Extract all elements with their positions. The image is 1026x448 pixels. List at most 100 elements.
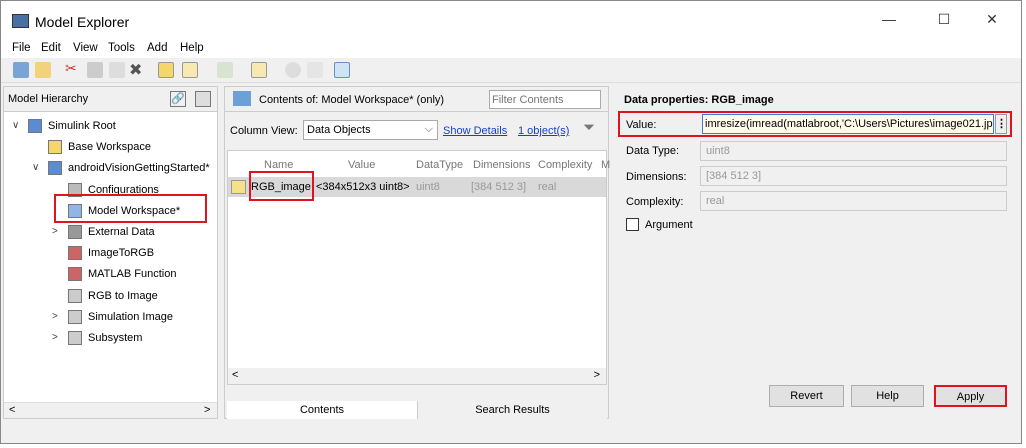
maximize-button[interactable]: ☐: [929, 11, 959, 28]
column-header[interactable]: Dimensions: [473, 159, 530, 171]
tree-item[interactable]: Simulation Image: [68, 308, 173, 326]
add-workspace-icon[interactable]: [158, 62, 174, 78]
contents-of-label: Contents of: Model Workspace* (only): [259, 94, 445, 106]
menu-bar: File Edit View Tools Add Help: [1, 41, 1021, 58]
column-view-select[interactable]: Data Objects ⌵: [303, 120, 438, 140]
show-details-link[interactable]: Show Details: [443, 125, 507, 137]
title-bar: Model Explorer — ☐ ✕: [1, 1, 1021, 41]
node-icon: [28, 119, 42, 133]
tree-item-label: RGB to Image: [88, 289, 158, 302]
complexity-label: Complexity:: [626, 196, 684, 208]
link-icon[interactable]: 🔗: [170, 91, 186, 107]
horizontal-scrollbar[interactable]: < >: [4, 402, 217, 418]
settings-icon[interactable]: [285, 62, 301, 78]
apply-button[interactable]: Apply: [934, 385, 1007, 407]
tab-search-results[interactable]: Search Results: [417, 401, 607, 419]
chevron-right-icon[interactable]: >: [52, 332, 58, 343]
delete-icon[interactable]: ✖: [129, 60, 145, 79]
minimize-button[interactable]: —: [874, 11, 904, 27]
column-header[interactable]: Name: [264, 159, 293, 171]
column-header[interactable]: Value: [348, 159, 375, 171]
chevron-down-icon[interactable]: ∨: [12, 120, 19, 131]
menu-tools[interactable]: Tools: [108, 42, 135, 54]
menu-help[interactable]: Help: [180, 42, 204, 54]
data-properties-panel: Data properties: RGB_image Value: imresi…: [614, 86, 1018, 419]
argument-label: Argument: [645, 219, 693, 231]
contents-panel: Contents of: Model Workspace* (only) Col…: [224, 86, 610, 419]
cell-value: <384x512x3 uint8>: [316, 181, 410, 193]
dimensions-label: Dimensions:: [626, 171, 687, 183]
menu-edit[interactable]: Edit: [41, 42, 61, 54]
copy-icon[interactable]: [87, 62, 103, 78]
datatype-label: Data Type:: [626, 145, 679, 157]
tab-contents[interactable]: Contents: [227, 401, 417, 419]
cell-datatype: uint8: [416, 181, 440, 193]
tree-item-label: Simulation Image: [88, 310, 173, 323]
tree-item[interactable]: External Data: [68, 223, 155, 241]
tree-item-label: Subsystem: [88, 332, 143, 344]
horizontal-scrollbar[interactable]: < >: [228, 368, 606, 384]
toolbar: ✂ ✖: [1, 58, 1021, 83]
open-folder-icon[interactable]: [35, 62, 51, 78]
variable-icon: [231, 180, 246, 194]
model-explorer-window: Model Explorer — ☐ ✕ File Edit View Tool…: [0, 0, 1022, 444]
node-icon: [48, 140, 62, 155]
argument-checkbox[interactable]: [626, 218, 639, 231]
highlight-box: [618, 111, 1012, 137]
node-icon: [68, 288, 82, 303]
filter-icon[interactable]: ⏷: [583, 119, 595, 136]
paste-icon[interactable]: [109, 62, 125, 78]
node-icon: [68, 267, 82, 282]
tree-item[interactable]: Simulink Root: [28, 117, 116, 135]
node-icon: [68, 246, 82, 261]
tree-item-label: Simulink Root: [48, 120, 116, 132]
model-hierarchy-panel: Model Hierarchy 🔗 ∨ Simulink Root Base Wor…: [3, 86, 218, 419]
add-config-icon[interactable]: [251, 62, 267, 78]
disabled-icon[interactable]: [307, 62, 323, 78]
menu-add[interactable]: Add: [147, 42, 167, 54]
node-icon: [68, 331, 82, 345]
mask-icon[interactable]: [195, 91, 211, 107]
new-model-icon[interactable]: [13, 62, 29, 78]
chevron-right-icon[interactable]: >: [52, 226, 58, 237]
highlight-box: [54, 194, 207, 223]
datatype-field: uint8: [700, 141, 1007, 161]
tree-item-label: External Data: [88, 226, 155, 238]
close-button[interactable]: ✕: [977, 11, 1007, 28]
filter-contents-input[interactable]: [489, 90, 601, 109]
menu-file[interactable]: File: [12, 42, 31, 54]
revert-button[interactable]: Revert: [769, 385, 844, 407]
tree-item-label: androidVisionGettingStarted*: [68, 162, 210, 175]
chevron-down-icon[interactable]: ∨: [32, 162, 39, 173]
app-icon: [12, 14, 29, 28]
tree-item[interactable]: RGB to Image: [68, 287, 158, 305]
cell-dimensions: [384 512 3]: [471, 181, 527, 193]
add-signal-icon[interactable]: [217, 62, 233, 78]
contents-table: Name Value DataType Dimensions Complexit…: [227, 150, 610, 385]
column-header[interactable]: DataType: [416, 159, 463, 171]
tree-item-label: MATLAB Function: [88, 268, 177, 281]
column-header[interactable]: Complexity: [538, 159, 592, 171]
panel-title: Model Hierarchy: [8, 93, 89, 105]
menu-view[interactable]: View: [73, 42, 98, 54]
column-view-label: Column View:: [230, 125, 298, 137]
tree-item[interactable]: Base Workspace: [48, 138, 151, 156]
help-button[interactable]: Help: [851, 385, 924, 407]
tree-item-label: ImageToRGB: [88, 247, 155, 260]
add-data-icon[interactable]: [182, 62, 198, 78]
tree-item[interactable]: ImageToRGB: [68, 244, 154, 262]
column-view-icon[interactable]: [334, 62, 350, 78]
column-header[interactable]: M: [601, 159, 610, 171]
tree-item[interactable]: Subsystem: [68, 329, 142, 347]
tree-item[interactable]: androidVisionGettingStarted*: [48, 159, 210, 177]
dimensions-field: [384 512 3]: [700, 166, 1007, 186]
node-icon: [68, 225, 82, 239]
cut-icon[interactable]: ✂: [65, 60, 81, 76]
object-count-link[interactable]: 1 object(s): [518, 125, 569, 137]
tree-item-label: Base Workspace: [68, 141, 151, 154]
highlight-box: [249, 171, 314, 201]
tree-item[interactable]: MATLAB Function: [68, 265, 176, 283]
node-icon: [68, 309, 82, 324]
node-icon: [48, 161, 62, 176]
chevron-right-icon[interactable]: >: [52, 311, 58, 322]
